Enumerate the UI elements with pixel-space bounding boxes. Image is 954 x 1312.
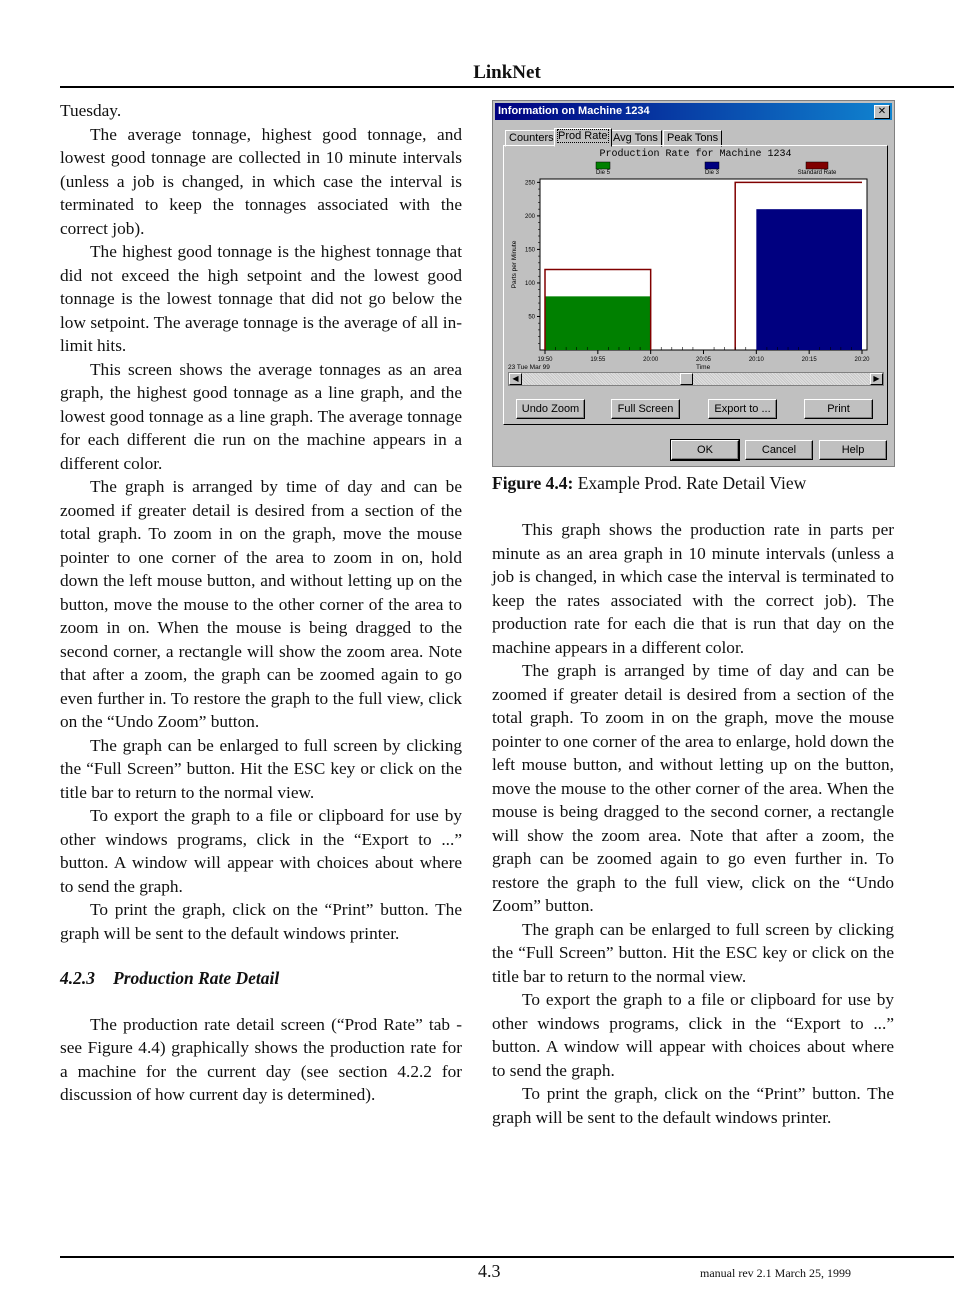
- figure-label: Figure 4.4:: [492, 473, 574, 493]
- paragraph: The graph can be enlarged to full screen…: [60, 735, 462, 802]
- running-header: LinkNet: [473, 62, 541, 83]
- paragraph: To print the graph, click on the “Print”…: [492, 1084, 894, 1127]
- dialog-title: Information on Machine 1234: [498, 105, 650, 117]
- header-rule: [60, 86, 954, 88]
- help-button[interactable]: Help: [819, 440, 887, 460]
- paragraph: To export the graph to a file or clipboa…: [492, 990, 894, 1080]
- paragraph: The production rate detail screen (“Prod…: [60, 1014, 462, 1105]
- section-number: 4.2.3: [60, 968, 95, 988]
- paragraph: This screen shows the average tonnages a…: [60, 359, 462, 473]
- paragraph: The graph is arranged by time of day and…: [60, 477, 462, 731]
- paragraph: The graph is arranged by time of day and…: [492, 661, 894, 915]
- tab-panel: Production Rate for Machine 1234 Die 5 Di…: [503, 145, 888, 425]
- scroll-thumb[interactable]: [680, 373, 693, 385]
- paragraph: The graph can be enlarged to full screen…: [492, 919, 894, 986]
- area-segment: [756, 209, 862, 350]
- page-number: 4.3: [478, 1261, 501, 1281]
- full-screen-button[interactable]: Full Screen: [611, 399, 680, 419]
- legend-label: Standard Rate: [798, 170, 837, 176]
- scroll-right-icon[interactable]: ▶: [870, 373, 883, 385]
- y-tick-label: 250: [525, 180, 536, 186]
- legend-label: Die 3: [705, 170, 720, 176]
- x-tick-label: 20:05: [696, 357, 712, 363]
- x-tick-label: 20:15: [802, 357, 818, 363]
- x-tick-label: 20:00: [643, 357, 659, 363]
- legend-swatch: [805, 161, 829, 170]
- paragraph: The average tonnage, highest good tonnag…: [60, 124, 462, 238]
- tab-prod-rate-label: Prod Rate: [557, 129, 609, 143]
- legend-label: Die 5: [596, 170, 611, 176]
- scroll-left-icon[interactable]: ◀: [509, 373, 522, 385]
- x-tick-label: 19:55: [590, 357, 606, 363]
- x-tick-label: 20:20: [854, 357, 870, 363]
- x-tick-label: 20:10: [749, 357, 765, 363]
- close-icon[interactable]: ✕: [874, 105, 890, 119]
- print-button[interactable]: Print: [804, 399, 873, 419]
- production-rate-chart[interactable]: Die 5 Die 3 Standard Rate 50 100 150 200 250 19:…: [504, 160, 887, 372]
- y-axis-label: Parts per Minute: [511, 240, 518, 288]
- left-column: Tuesday. The average tonnage, highest go…: [60, 99, 462, 1107]
- x-axis-label: Time: [696, 364, 711, 371]
- export-button[interactable]: Export to ...: [708, 399, 777, 419]
- legend-swatch: [595, 161, 611, 170]
- paragraph: Tuesday.: [60, 101, 122, 120]
- x-tick-label: 19:50: [537, 357, 553, 363]
- legend-swatch: [704, 161, 720, 170]
- footer-rule: [60, 1256, 954, 1258]
- right-column: This graph shows the production rate in …: [492, 518, 894, 1129]
- paragraph: To print the graph, click on the “Print”…: [60, 900, 462, 943]
- y-tick-label: 100: [525, 281, 536, 287]
- tab-prod-rate[interactable]: Prod Rate: [554, 128, 612, 147]
- machine-info-dialog: Information on Machine 1234 ✕ Counters P…: [492, 100, 895, 467]
- figure-caption: Figure 4.4: Example Prod. Rate Detail Vi…: [492, 473, 806, 494]
- chart-title: Production Rate for Machine 1234: [599, 149, 792, 160]
- section-title: Production Rate Detail: [113, 968, 280, 988]
- figure-caption-text: Example Prod. Rate Detail View: [573, 473, 807, 493]
- dialog-titlebar[interactable]: Information on Machine 1234 ✕: [495, 103, 892, 120]
- revision-note: manual rev 2.1 March 25, 1999: [700, 1266, 851, 1280]
- paragraph: To export the graph to a file or clipboa…: [60, 806, 462, 896]
- horizontal-scrollbar[interactable]: ◀ ▶: [508, 372, 884, 386]
- area-segment: [545, 296, 651, 350]
- y-tick-label: 200: [525, 214, 536, 220]
- y-tick-label: 150: [525, 247, 536, 253]
- paragraph: The highest good tonnage is the highest …: [60, 242, 462, 355]
- section-heading: 4.2.3 Production Rate Detail: [60, 967, 462, 991]
- cancel-button[interactable]: Cancel: [745, 440, 813, 460]
- undo-zoom-button[interactable]: Undo Zoom: [516, 399, 585, 419]
- y-tick-label: 50: [528, 314, 535, 320]
- ok-button[interactable]: OK: [670, 439, 740, 461]
- paragraph: This graph shows the production rate in …: [492, 520, 894, 657]
- date-label: 23 Tue Mar 99: [508, 364, 550, 371]
